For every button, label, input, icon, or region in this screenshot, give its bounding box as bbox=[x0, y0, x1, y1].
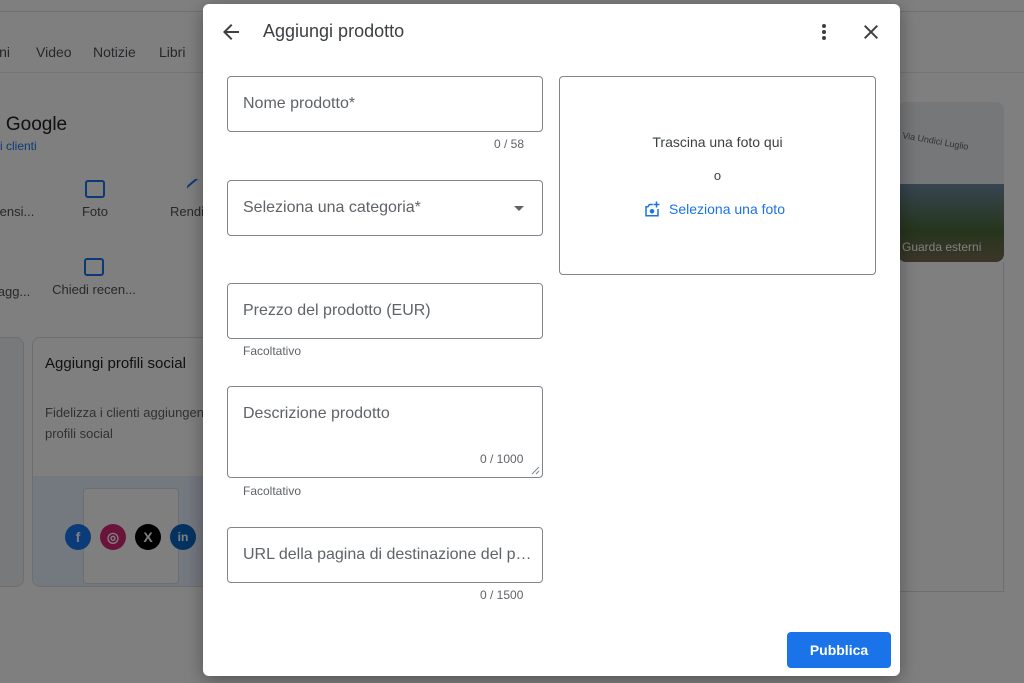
product-description-field[interactable]: Descrizione prodotto 0 / 1000 bbox=[227, 386, 543, 478]
photo-drop-text: Trascina una foto qui bbox=[652, 134, 783, 150]
product-description-placeholder: Descrizione prodotto bbox=[243, 405, 390, 422]
product-price-field[interactable]: Prezzo del prodotto (EUR) bbox=[227, 283, 543, 339]
chevron-down-icon bbox=[514, 206, 524, 211]
back-button[interactable] bbox=[219, 20, 243, 44]
add-photo-icon bbox=[645, 201, 660, 217]
select-photo-label: Seleziona una foto bbox=[669, 201, 785, 217]
resize-handle-icon[interactable] bbox=[531, 466, 540, 475]
landing-page-url-field[interactable]: URL della pagina di destinazione del pr.… bbox=[227, 527, 543, 583]
product-name-counter: 0 / 58 bbox=[494, 137, 525, 151]
arrow-left-icon bbox=[223, 24, 239, 40]
close-icon bbox=[864, 25, 878, 39]
add-product-dialog: Aggiungi prodotto Nome prodotto* 0 / 58 … bbox=[203, 4, 900, 676]
description-counter: 0 / 1000 bbox=[480, 452, 524, 466]
description-helper-text: Facoltativo bbox=[243, 484, 302, 498]
product-name-placeholder: Nome prodotto* bbox=[243, 95, 356, 112]
publish-button[interactable]: Pubblica bbox=[787, 632, 891, 668]
close-button[interactable] bbox=[859, 20, 883, 44]
url-counter: 0 / 1500 bbox=[480, 588, 524, 602]
photo-or-text: o bbox=[713, 168, 722, 183]
category-select[interactable]: Seleziona una categoria* bbox=[227, 180, 543, 236]
price-helper-text: Facoltativo bbox=[243, 344, 302, 358]
landing-page-url-placeholder: URL della pagina di destinazione del pr.… bbox=[243, 546, 533, 563]
more-options-button[interactable] bbox=[812, 20, 836, 44]
more-vert-icon bbox=[822, 24, 826, 40]
dialog-title: Aggiungi prodotto bbox=[263, 21, 405, 41]
select-photo-button[interactable]: Seleziona una foto bbox=[643, 199, 785, 219]
product-name-field[interactable]: Nome prodotto* bbox=[227, 76, 543, 132]
product-price-placeholder: Prezzo del prodotto (EUR) bbox=[243, 302, 431, 319]
category-placeholder: Seleziona una categoria* bbox=[243, 199, 421, 216]
